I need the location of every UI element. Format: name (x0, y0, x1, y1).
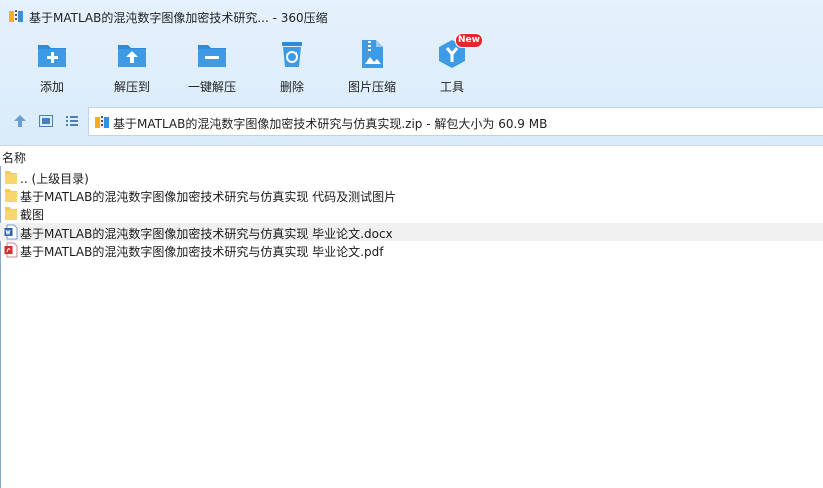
image-compress-button[interactable]: 图片压缩 (332, 38, 412, 98)
column-header[interactable]: 名称 (0, 146, 823, 166)
extract-to-label: 解压到 (113, 80, 150, 94)
list-item-screenshots-folder[interactable]: 截图 (0, 204, 823, 222)
tools-label: 工具 (439, 80, 464, 94)
delete-label: 删除 (279, 80, 304, 94)
list-item-label: .. (上级目录) (20, 172, 89, 186)
up-arrow-icon[interactable] (12, 113, 28, 129)
thumbnail-view-icon[interactable] (38, 113, 54, 129)
list-item-pdf-file[interactable]: 基于MATLAB的混沌数字图像加密技术研究与仿真实现 毕业论文.pdf (0, 241, 823, 259)
word-doc-icon (4, 224, 18, 240)
zip-archive-icon (95, 115, 109, 129)
list-item-label: 截图 (20, 208, 45, 222)
add-folder-icon (38, 45, 66, 67)
list-item-parent-dir[interactable]: .. (上级目录) (0, 168, 823, 186)
one-click-extract-button[interactable]: 一键解压 (172, 38, 252, 98)
tools-button[interactable]: 工具 (412, 38, 492, 98)
archive-path-text: 基于MATLAB的混沌数字图像加密技术研究与仿真实现.zip - 解包大小为 6… (113, 117, 548, 131)
new-badge: New (455, 33, 483, 48)
one-click-extract-label: 一键解压 (187, 80, 236, 94)
name-column-header[interactable]: 名称 (2, 149, 26, 166)
folder-icon (5, 207, 17, 220)
list-item-docx-file[interactable]: 基于MATLAB的混沌数字图像加密技术研究与仿真实现 毕业论文.docx (0, 223, 823, 241)
add-button[interactable]: 添加 (12, 38, 92, 98)
list-item-label: 基于MATLAB的混沌数字图像加密技术研究与仿真实现 代码及测试图片 (20, 190, 397, 204)
title-bar: 基于MATLAB的混沌数字图像加密技术研究... - 360压缩 (0, 0, 823, 32)
list-item-label: 基于MATLAB的混沌数字图像加密技术研究与仿真实现 毕业论文.docx (20, 227, 393, 241)
extract-folder-icon (118, 45, 146, 67)
extract-to-button[interactable]: 解压到 (92, 38, 172, 98)
toolbar-area: 基于MATLAB的混沌数字图像加密技术研究... - 360压缩 添加 解压到 … (0, 0, 823, 146)
delete-button[interactable]: 删除 (252, 38, 332, 98)
pdf-icon (4, 242, 18, 258)
list-item-label: 基于MATLAB的混沌数字图像加密技术研究与仿真实现 毕业论文.pdf (20, 245, 384, 259)
recycle-bin-icon (282, 42, 302, 67)
list-view-icon[interactable] (64, 113, 80, 129)
image-compress-label: 图片压缩 (347, 80, 396, 94)
folder-icon (5, 171, 17, 184)
archive-app-icon (9, 9, 23, 23)
list-item-code-folder[interactable]: 基于MATLAB的混沌数字图像加密技术研究与仿真实现 代码及测试图片 (0, 186, 823, 204)
address-bar[interactable]: 基于MATLAB的混沌数字图像加密技术研究与仿真实现.zip - 解包大小为 6… (88, 107, 823, 136)
add-label: 添加 (39, 80, 64, 94)
one-click-folder-icon (198, 45, 226, 67)
window-title: 基于MATLAB的混沌数字图像加密技术研究... - 360压缩 (29, 11, 328, 25)
image-zip-icon (362, 40, 383, 68)
folder-icon (5, 189, 17, 202)
